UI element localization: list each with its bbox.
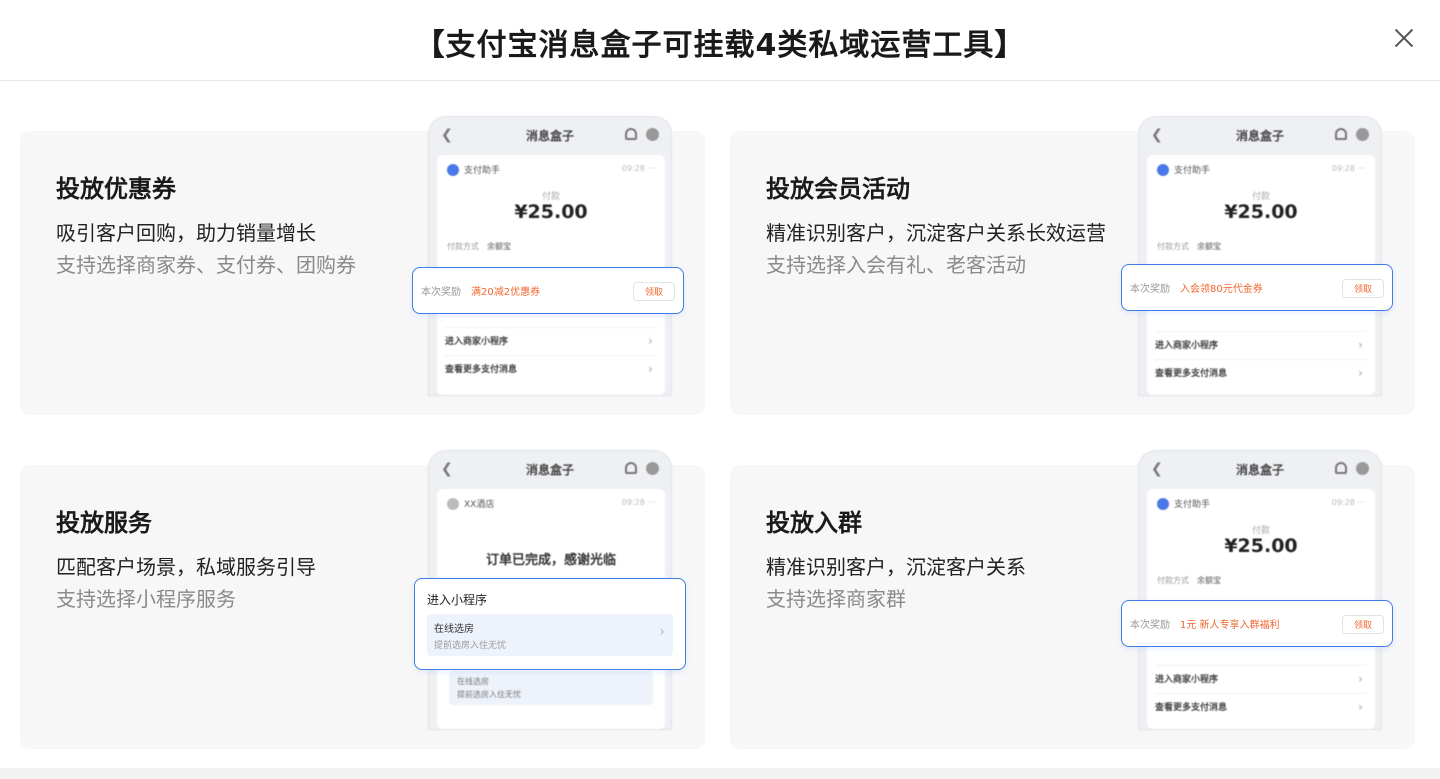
bottom-divider [0,768,1440,779]
link-more-messages: 查看更多支付消息 [1155,359,1367,385]
pay-method-row: 付款方式 余额宝 [447,242,511,251]
reward-label: 本次奖励 [1130,284,1170,295]
app-name: 支付助手 [1157,163,1210,176]
app-icon [1157,497,1169,510]
card-subtitle: 精准识别客户，沉淀客户关系长效运营 [766,221,1106,245]
pay-amount: ¥25.00 [1224,201,1298,223]
mini-program-item[interactable]: 在线选房 提前选房入住无忧 › [427,614,673,656]
card-note: 支持选择小程序服务 [56,587,236,611]
more-icon [646,462,659,475]
link-mini-program: 进入商家小程序 [445,327,657,353]
card-subtitle: 精准识别客户，沉淀客户关系 [766,555,1026,579]
reward-text: 满20减2优惠券 [471,287,541,298]
reward-label: 本次奖励 [421,287,461,298]
card-note: 支持选择入会有礼、老客活动 [766,253,1026,277]
hotel-icon [447,497,459,510]
message-time: 09:28 ··· [621,164,655,173]
more-icon [1356,128,1369,141]
reward-text: 1元 新人专享入群福利 [1180,620,1280,631]
reward-highlight-group: 本次奖励 1元 新人专享入群福利 领取 [1121,600,1393,647]
phone-mockup-coupon: ❮ 消息盒子 支付助手 09:28 ··· 付款 ¥25.00 付款方式 余额宝 … [428,116,672,396]
card-title: 投放入群 [766,509,862,537]
message-time: 09:28 ··· [1331,164,1365,173]
phone-mockup-group: ❮ 消息盒子 支付助手 09:28 ··· 付款 ¥25.00 付款方式 余额宝 … [1138,450,1382,730]
card-title: 投放会员活动 [766,175,910,203]
mini-program-desc: 提前选房入住无忧 [434,641,507,651]
message-time: 09:28 ··· [1331,498,1365,507]
reward-text: 入会领80元代金券 [1180,284,1263,295]
claim-button[interactable]: 领取 [633,282,675,301]
message-time: 09:28 ··· [621,498,655,507]
bell-icon [1335,128,1347,140]
app-name: 支付助手 [447,163,500,176]
card-subtitle: 匹配客户场景，私域服务引导 [56,555,316,579]
link-mini-program: 进入商家小程序 [1155,665,1367,691]
bell-icon [1335,462,1347,474]
reward-label: 本次奖励 [1130,620,1170,631]
mini-program-item-faded: 在线选房 提前选房入住无忧 [449,671,653,705]
link-more-messages: 查看更多支付消息 [445,355,657,381]
card-note: 支持选择商家券、支付券、团购券 [56,253,356,277]
card-subtitle: 吸引客户回购，助力销量增长 [56,221,316,245]
app-name: 支付助手 [1157,497,1210,510]
dialog-header: 【支付宝消息盒子可挂载4类私域运营工具】 [0,0,1440,81]
app-icon [447,163,459,176]
chevron-right-icon: › [659,624,665,640]
order-complete-text: 订单已完成，感谢光临 [485,553,616,568]
app-name: XX酒店 [447,497,494,510]
reward-highlight-coupon: 本次奖励 满20减2优惠券 领取 [412,267,684,314]
bell-icon [625,462,637,474]
reward-highlight-membership: 本次奖励 入会领80元代金券 领取 [1121,264,1393,311]
mini-program-title: 在线选房 [434,624,474,635]
phone-mockup-membership: ❮ 消息盒子 支付助手 09:28 ··· 付款 ¥25.00 付款方式 余额宝 … [1138,116,1382,396]
bell-icon [625,128,637,140]
claim-button[interactable]: 领取 [1342,615,1384,634]
claim-button[interactable]: 领取 [1342,279,1384,298]
pay-method-row: 付款方式 余额宝 [1157,576,1221,585]
mini-program-heading: 进入小程序 [427,593,488,607]
card-title: 投放优惠券 [56,175,176,203]
mini-program-highlight: 进入小程序 在线选房 提前选房入住无忧 › [414,578,686,670]
more-icon [646,128,659,141]
card-note: 支持选择商家群 [766,587,906,611]
app-icon [1157,163,1169,176]
dialog-title: 【支付宝消息盒子可挂载4类私域运营工具】 [414,28,1026,63]
link-mini-program: 进入商家小程序 [1155,331,1367,357]
link-more-messages: 查看更多支付消息 [1155,693,1367,719]
more-icon [1356,462,1369,475]
close-icon[interactable] [1390,24,1418,52]
pay-amount: ¥25.00 [1224,535,1298,557]
pay-method-row: 付款方式 余额宝 [1157,242,1221,251]
card-title: 投放服务 [56,509,152,537]
pay-amount: ¥25.00 [514,201,588,223]
